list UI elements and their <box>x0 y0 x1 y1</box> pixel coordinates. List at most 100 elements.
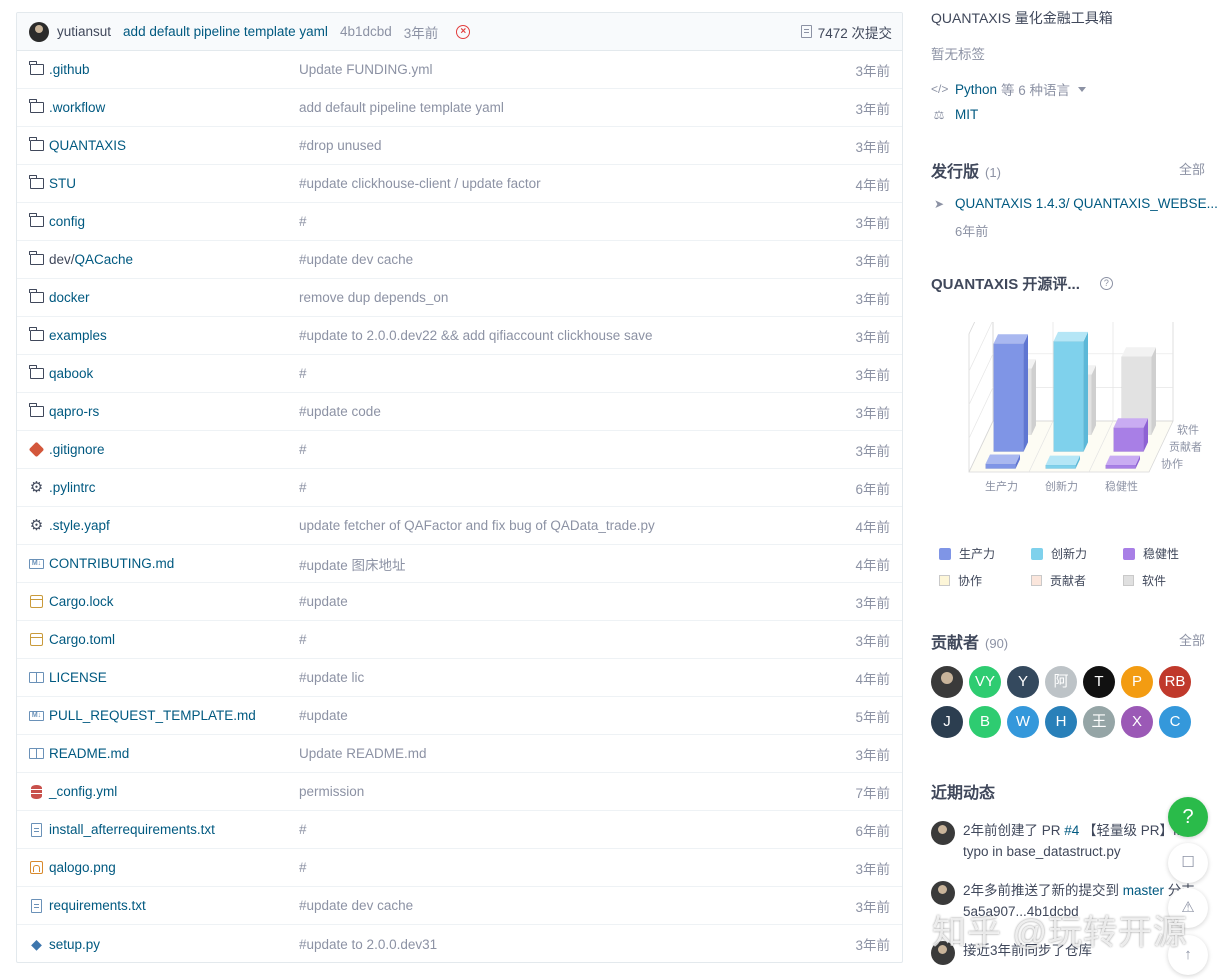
file-name-link[interactable]: config <box>49 214 299 229</box>
activity-avatar[interactable] <box>931 881 955 905</box>
comment-icon: ☐ <box>1181 854 1195 871</box>
activity-link[interactable]: #4 <box>1064 823 1079 838</box>
file-name-link[interactable]: requirements.txt <box>49 898 299 913</box>
file-name-link[interactable]: docker <box>49 290 299 305</box>
file-name-link[interactable]: _config.yml <box>49 784 299 799</box>
comment-button[interactable]: ☐ <box>1168 843 1208 883</box>
file-name-link[interactable]: qapro-rs <box>49 404 299 419</box>
release-name: QUANTAXIS 1.4.3/ QUANTAXIS_WEBSE... <box>955 196 1218 211</box>
file-commit-message[interactable]: permission <box>299 784 840 799</box>
file-commit-message[interactable]: #update 图床地址 <box>299 554 840 574</box>
file-name: examples <box>49 328 107 343</box>
file-name: .workflow <box>49 100 106 115</box>
commit-hash[interactable]: 4b1dcbd <box>340 24 392 39</box>
file-commit-message[interactable]: #drop unused <box>299 138 840 153</box>
release-link[interactable]: ➤ QUANTAXIS 1.4.3/ QUANTAXIS_WEBSE... <box>931 196 1218 211</box>
file-name-link[interactable]: .style.yapf <box>49 518 299 533</box>
contributors-all-link[interactable]: 全部 <box>1179 630 1205 649</box>
file-commit-message[interactable]: #update code <box>299 404 840 419</box>
file-name-link[interactable]: LICENSE <box>49 670 299 685</box>
contributor-avatar[interactable]: C <box>1159 706 1191 738</box>
file-row: ◆ setup.py #update to 2.0.0.dev31 3年前 <box>17 925 902 962</box>
file-name-link[interactable]: README.md <box>49 746 299 761</box>
ci-failed-icon[interactable]: × <box>456 24 471 39</box>
chevron-down-icon <box>1078 86 1087 92</box>
file-commit-message[interactable]: remove dup depends_on <box>299 290 840 305</box>
file-name-link[interactable]: qalogo.png <box>49 860 299 875</box>
file-commit-message[interactable]: add default pipeline template yaml <box>299 100 840 115</box>
file-commit-message[interactable]: Update FUNDING.yml <box>299 62 840 77</box>
file-commit-message[interactable]: #update to 2.0.0.dev31 <box>299 937 840 952</box>
folder-icon <box>29 289 44 305</box>
file-commit-time: 3年前 <box>855 367 890 383</box>
file-name-link[interactable]: .workflow <box>49 100 299 115</box>
file-name: docker <box>49 290 90 305</box>
language-selector[interactable]: </> Python 等 6 种语言 <box>931 79 1087 99</box>
contributor-avatar[interactable]: VY <box>969 666 1001 698</box>
file-name-link[interactable]: Cargo.toml <box>49 632 299 647</box>
file-commit-message[interactable]: # <box>299 442 840 457</box>
author-avatar[interactable] <box>29 21 49 42</box>
contributor-avatar[interactable]: 王 <box>1083 706 1115 738</box>
file-name-link[interactable]: QUANTAXIS <box>49 138 299 153</box>
file-commit-time: 3年前 <box>855 329 890 345</box>
book-icon <box>29 746 44 761</box>
file-name-link[interactable]: .pylintrc <box>49 480 299 495</box>
file-commit-message[interactable]: # <box>299 214 840 229</box>
activity-link[interactable]: master <box>1123 883 1164 898</box>
contributor-avatar[interactable]: B <box>969 706 1001 738</box>
commit-count-link[interactable]: 7472 次提交 <box>800 22 892 42</box>
commit-author[interactable]: yutiansut <box>57 24 111 39</box>
file-name-link[interactable]: PULL_REQUEST_TEMPLATE.md <box>49 708 299 723</box>
contributor-avatar[interactable]: J <box>931 706 963 738</box>
file-name-link[interactable]: Cargo.lock <box>49 594 299 609</box>
file-commit-message[interactable]: # <box>299 822 840 837</box>
file-commit-message[interactable]: # <box>299 632 840 647</box>
contributor-avatar[interactable] <box>931 666 963 698</box>
contributor-avatar[interactable]: RB <box>1159 666 1191 698</box>
file-commit-time: 7年前 <box>855 785 890 801</box>
contributor-avatar[interactable]: X <box>1121 706 1153 738</box>
file-name-link[interactable]: .github <box>49 62 299 77</box>
file-name: Cargo.toml <box>49 632 116 647</box>
file-name-link[interactable]: .gitignore <box>49 442 299 457</box>
file-commit-message[interactable]: # <box>299 860 840 875</box>
file-text-icon <box>29 822 44 837</box>
file-commit-message[interactable]: # <box>299 366 840 381</box>
file-commit-message[interactable]: Update README.md <box>299 746 840 761</box>
file-commit-time: 3年前 <box>855 253 890 269</box>
file-commit-message[interactable]: #update dev cache <box>299 898 840 913</box>
contributor-avatar[interactable]: 阿 <box>1045 666 1077 698</box>
legend-swatch <box>1031 575 1042 586</box>
file-name-link[interactable]: STU <box>49 176 299 191</box>
contributor-avatar[interactable]: W <box>1007 706 1039 738</box>
file-commit-message[interactable]: update fetcher of QAFactor and fix bug o… <box>299 518 840 533</box>
file-commit-message[interactable]: #update clickhouse-client / update facto… <box>299 176 840 191</box>
releases-all-link[interactable]: 全部 <box>1179 159 1205 178</box>
activity-avatar[interactable] <box>931 821 955 845</box>
repo-tags: 暂无标签 <box>931 47 985 62</box>
commit-message[interactable]: add default pipeline template yaml <box>123 24 328 39</box>
file-name-link[interactable]: qabook <box>49 366 299 381</box>
file-commit-message[interactable]: #update lic <box>299 670 840 685</box>
contributor-avatar[interactable]: T <box>1083 666 1115 698</box>
contributor-avatar[interactable]: Y <box>1007 666 1039 698</box>
file-commit-message[interactable]: #update dev cache <box>299 252 840 267</box>
chart-bar-top <box>1045 455 1080 465</box>
file-name-link[interactable]: examples <box>49 328 299 343</box>
file-commit-message[interactable]: # <box>299 480 840 495</box>
chart-category-label: 创新力 <box>1045 479 1078 493</box>
contributor-avatar[interactable]: H <box>1045 706 1077 738</box>
license-link[interactable]: ⚖ MIT <box>931 107 979 122</box>
file-name-link[interactable]: setup.py <box>49 937 299 952</box>
help-button[interactable]: ? <box>1168 797 1208 837</box>
help-circle-icon[interactable]: ? <box>1099 277 1113 290</box>
file-commit-message[interactable]: #update to 2.0.0.dev22 && add qifiaccoun… <box>299 328 840 343</box>
file-commit-message[interactable]: #update <box>299 708 840 723</box>
contributor-avatar[interactable]: P <box>1121 666 1153 698</box>
file-name-link[interactable]: install_afterrequirements.txt <box>49 822 299 837</box>
file-name-link[interactable]: dev/QACache <box>49 252 299 267</box>
file-name-link[interactable]: CONTRIBUTING.md <box>49 556 299 571</box>
file-commit-message[interactable]: #update <box>299 594 840 609</box>
legend-item: 创新力 <box>1031 545 1123 562</box>
